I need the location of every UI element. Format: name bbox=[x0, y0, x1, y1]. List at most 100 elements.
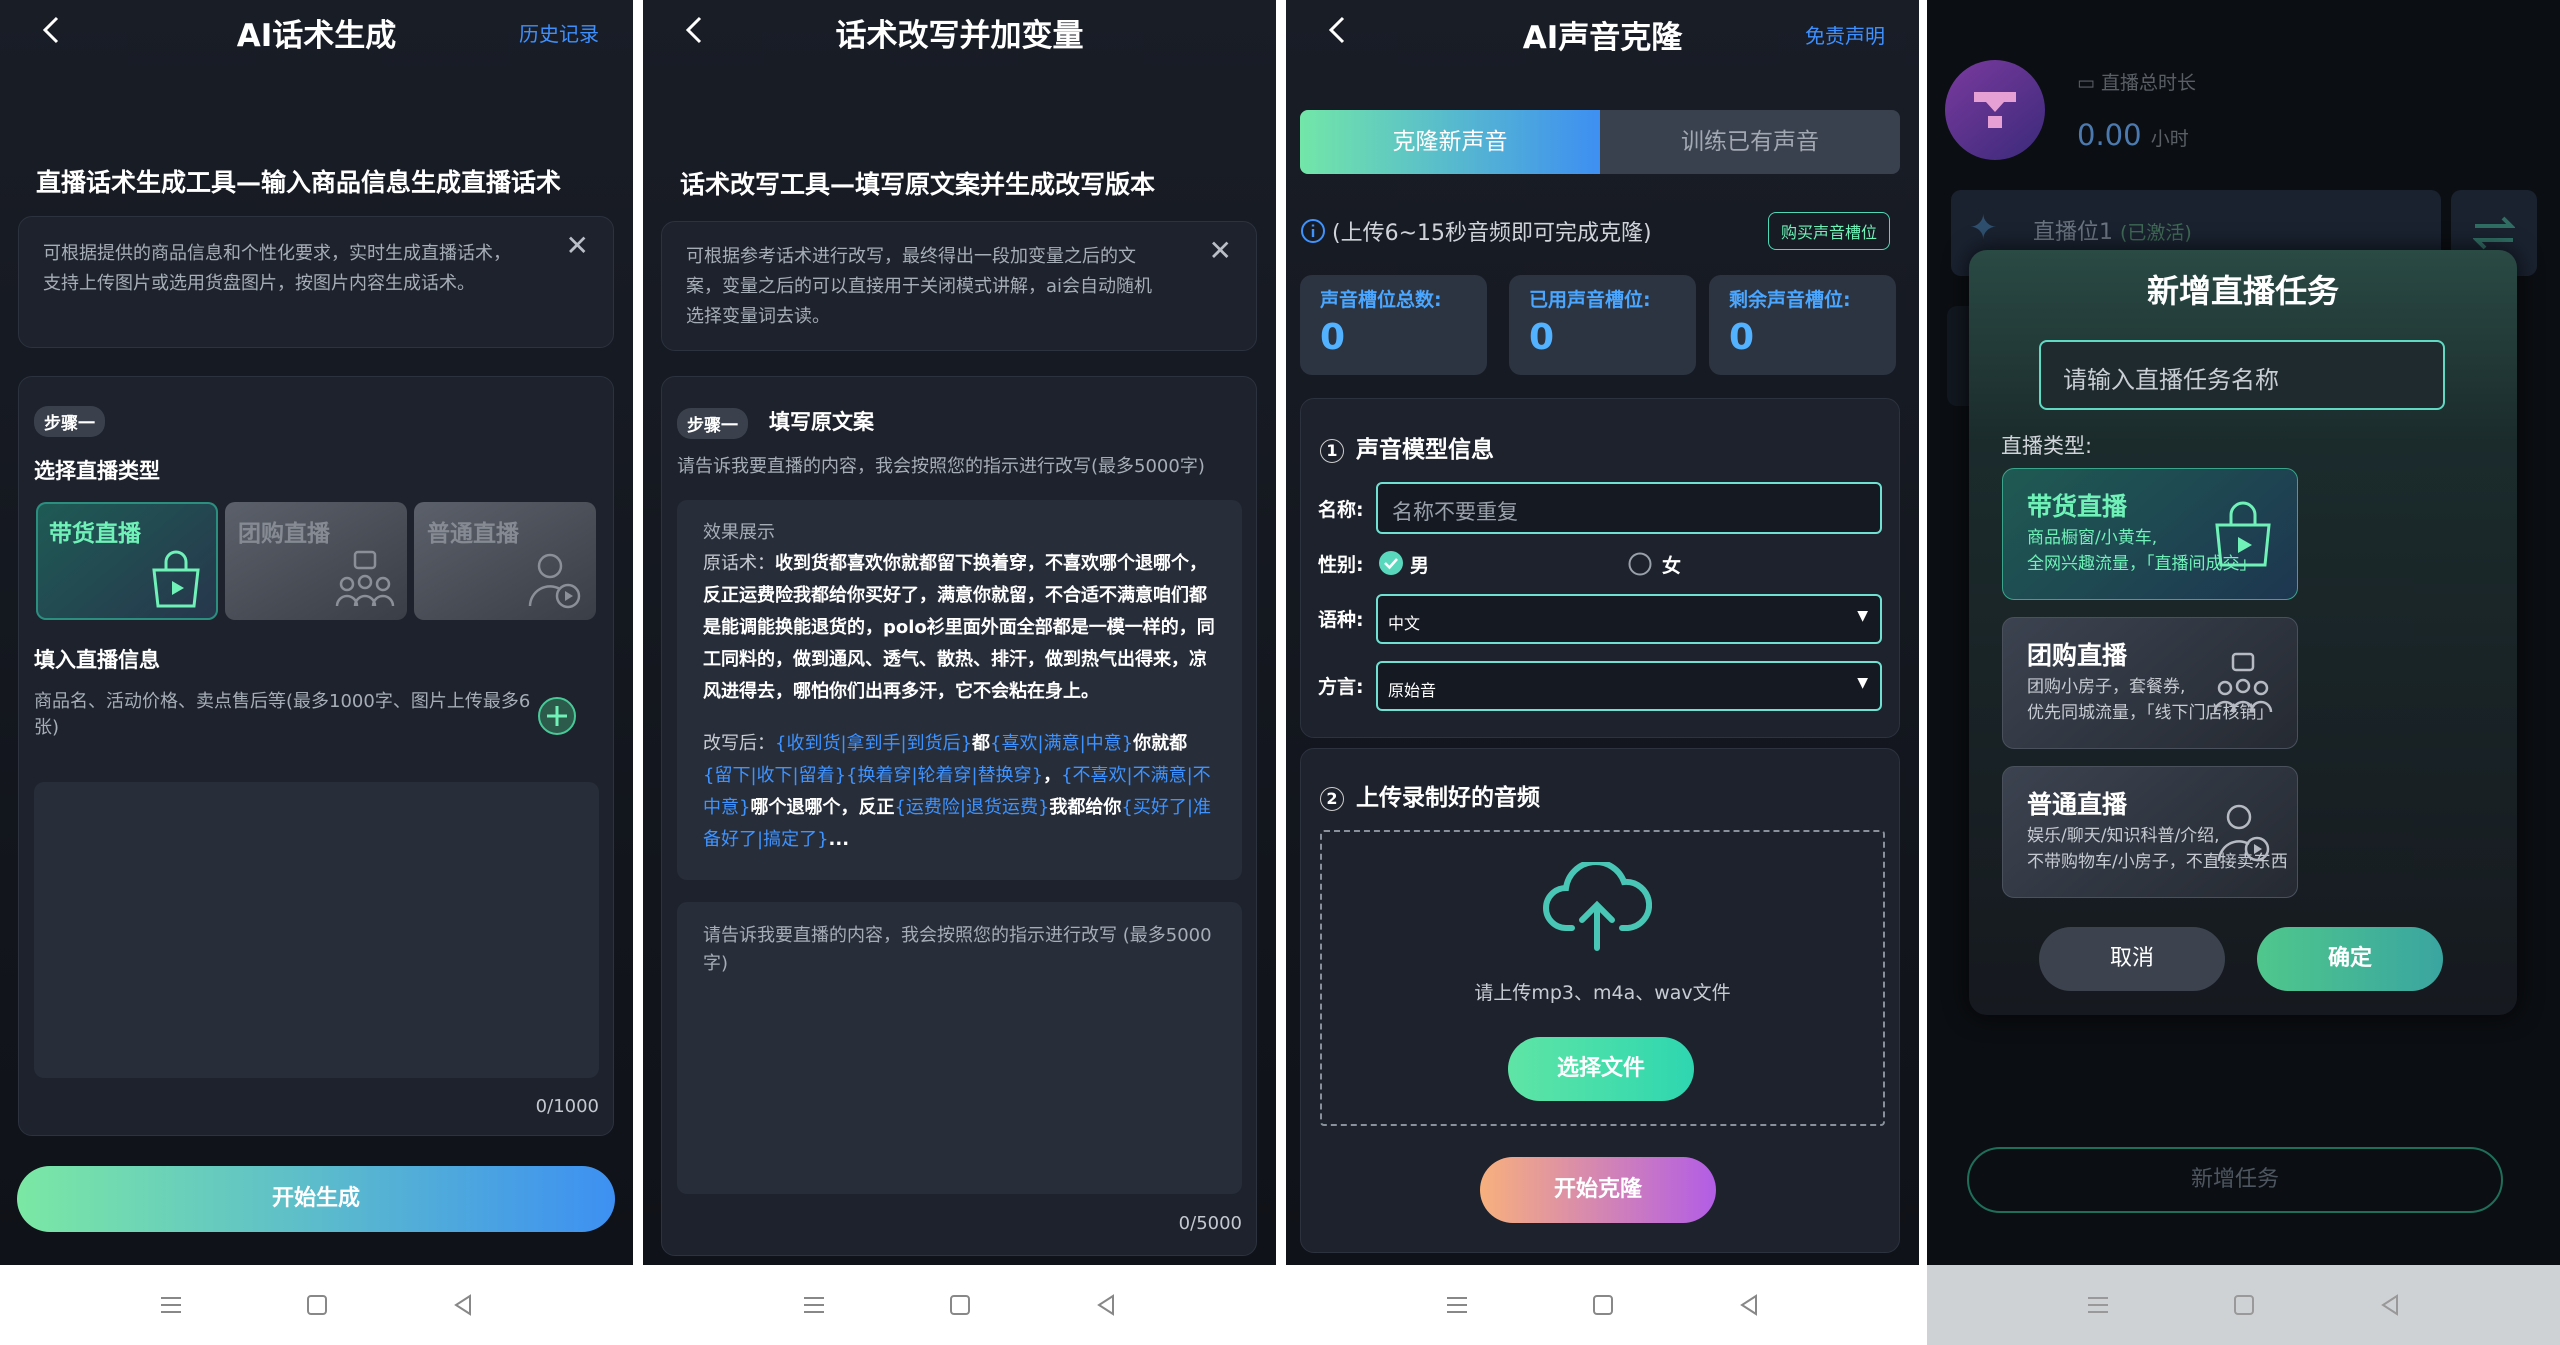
variable-token: {收到货|拿到手|到货后} bbox=[775, 733, 973, 754]
home-square-icon[interactable] bbox=[2231, 1292, 2257, 1318]
home-square-icon[interactable] bbox=[1590, 1292, 1616, 1318]
name-label: 名称: bbox=[1318, 499, 1364, 521]
type-tile-label: 团购直播 bbox=[238, 521, 330, 547]
close-icon[interactable]: ✕ bbox=[566, 229, 589, 262]
choose-file-button[interactable]: 选择文件 bbox=[1508, 1037, 1694, 1101]
tool-heading: 直播话术生成工具—输入商品信息生成直播话术 bbox=[36, 168, 562, 197]
option-group-live[interactable]: 团购直播 团购小房子，套餐券, 优先同城流量，「线下门店核销」 bbox=[2002, 617, 2298, 749]
type-tile-goods[interactable]: 带货直播 bbox=[36, 502, 218, 620]
char-counter: 0/5000 bbox=[1178, 1213, 1242, 1234]
slot-name: 直播位1 (已激活) bbox=[2033, 220, 2192, 245]
dropdown-arrow-icon: ▼ bbox=[1857, 608, 1868, 624]
example-box: 效果展示 原话术：收到货都喜欢你就都留下换着穿，不喜欢哪个退哪个，反正运费险我都… bbox=[677, 500, 1242, 880]
swap-arrows-icon bbox=[2473, 216, 2515, 250]
original-text: 原话术：收到货都喜欢你就都留下换着穿，不喜欢哪个退哪个，反正运费险我都给你买好了… bbox=[703, 553, 1215, 702]
buy-slot-button[interactable]: 购买声音槽位 bbox=[1768, 212, 1891, 250]
language-label: 语种: bbox=[1318, 609, 1364, 631]
step-title: 填写原文案 bbox=[769, 410, 874, 434]
system-nav-bar bbox=[1286, 1265, 1919, 1345]
info-icon bbox=[1301, 219, 1325, 243]
shopping-bag-icon bbox=[2215, 501, 2271, 567]
back-triangle-icon[interactable] bbox=[1093, 1292, 1119, 1318]
back-triangle-icon[interactable] bbox=[2377, 1292, 2403, 1318]
timer-icon: ▭ bbox=[2077, 72, 2101, 94]
type-tile-label: 带货直播 bbox=[49, 521, 141, 547]
home-square-icon[interactable] bbox=[304, 1292, 330, 1318]
upload-notice: (上传6~15秒音频即可完成克隆) bbox=[1332, 221, 1652, 246]
original-text-input[interactable]: 请告诉我要直播的内容，我会按照您的指示进行改写 (最多5000字) bbox=[677, 902, 1242, 1194]
dialect-select[interactable]: 原始音 ▼ bbox=[1376, 661, 1882, 711]
plain-token: 都 bbox=[972, 733, 991, 754]
cancel-button[interactable]: 取消 bbox=[2039, 927, 2225, 991]
option-normal-live[interactable]: 普通直播 娱乐/聊天/知识科普/介绍, 不带购物车/小房子，不直接卖东西 bbox=[2002, 766, 2298, 898]
section-model-info: 1 声音模型信息 bbox=[1320, 430, 1494, 464]
section-upload-audio: 2 上传录制好的音频 bbox=[1320, 778, 1540, 812]
type-tile-group[interactable]: 团购直播 bbox=[225, 502, 407, 620]
duration-label: ▭ 直播总时长 bbox=[2077, 72, 2197, 94]
menu-icon[interactable] bbox=[2085, 1292, 2111, 1318]
add-task-button[interactable]: 新增任务 bbox=[1967, 1147, 2503, 1213]
back-triangle-icon[interactable] bbox=[1736, 1292, 1762, 1318]
gender-male[interactable]: 男 bbox=[1410, 551, 1429, 578]
dialect-label: 方言: bbox=[1318, 676, 1364, 698]
menu-icon[interactable] bbox=[158, 1292, 184, 1318]
page-title: 话术改写并加变量 bbox=[835, 18, 1084, 54]
dropdown-arrow-icon: ▼ bbox=[1857, 675, 1868, 691]
stat-total-slots: 声音槽位总数: 0 bbox=[1300, 275, 1487, 375]
group-people-icon bbox=[2213, 652, 2273, 713]
menu-icon[interactable] bbox=[1444, 1292, 1470, 1318]
screen: AI声音克隆 免责声明 克隆新声音 训练已有声音 (上传6~15秒音频即可完成克… bbox=[1286, 0, 1919, 1265]
start-generate-button[interactable]: 开始生成 bbox=[17, 1166, 615, 1232]
plain-token: 你就都 bbox=[1133, 733, 1188, 754]
group-people-icon bbox=[335, 550, 395, 607]
screen: ▭ 直播总时长 0.00 小时 ✦ 直播位1 (已激活) 新增任务 新增直播任务… bbox=[1927, 0, 2560, 1265]
close-icon[interactable]: ✕ bbox=[1209, 234, 1232, 267]
system-nav-bar bbox=[0, 1265, 633, 1345]
gender-female[interactable]: 女 bbox=[1662, 551, 1681, 578]
tab-bar: 克隆新声音 训练已有声音 bbox=[1300, 110, 1900, 174]
tool-heading: 话术改写工具—填写原文案并生成改写版本 bbox=[680, 170, 1156, 199]
name-input[interactable]: 名称不要重复 bbox=[1376, 482, 1882, 534]
dialog-title: 新增直播任务 bbox=[2146, 272, 2339, 310]
plain-token: 我都给你 bbox=[1049, 797, 1122, 818]
avatar-logo-icon bbox=[1974, 92, 2016, 128]
tab-clone-new[interactable]: 克隆新声音 bbox=[1300, 110, 1600, 174]
description-text: 可根据提供的商品信息和个性化要求，实时生成直播话术，支持上传图片或选用货盘图片，… bbox=[43, 243, 511, 294]
variable-token: {喜欢|满意|中意} bbox=[990, 733, 1134, 754]
duration-value: 0.00 小时 bbox=[2077, 118, 2189, 152]
system-nav-bar bbox=[1927, 1265, 2560, 1345]
tab-train-existing[interactable]: 训练已有声音 bbox=[1600, 110, 1900, 174]
task-name-input[interactable]: 请输入直播任务名称 bbox=[2039, 340, 2445, 410]
stat-remaining-slots: 剩余声音槽位: 0 bbox=[1709, 275, 1896, 375]
radio-unchecked-icon[interactable] bbox=[1628, 552, 1652, 576]
menu-icon[interactable] bbox=[801, 1292, 827, 1318]
history-link[interactable]: 历史记录 bbox=[519, 18, 599, 47]
step-badge: 步骤一 bbox=[677, 408, 748, 439]
example-title: 效果展示 bbox=[703, 522, 775, 543]
description-card: 可根据提供的商品信息和个性化要求，实时生成直播话术，支持上传图片或选用货盘图片，… bbox=[18, 216, 614, 348]
type-tile-normal[interactable]: 普通直播 bbox=[414, 502, 596, 620]
start-clone-button[interactable]: 开始克隆 bbox=[1480, 1157, 1716, 1223]
screen: AI话术生成 历史记录 直播话术生成工具—输入商品信息生成直播话术 可根据提供的… bbox=[0, 0, 633, 1265]
back-triangle-icon[interactable] bbox=[450, 1292, 476, 1318]
home-square-icon[interactable] bbox=[947, 1292, 973, 1318]
step-hint: 请告诉我要直播的内容，我会按照您的指示进行改写(最多5000字) bbox=[677, 456, 1205, 477]
radio-checked-icon[interactable] bbox=[1378, 550, 1404, 576]
type-tile-label: 普通直播 bbox=[427, 521, 519, 547]
add-image-icon[interactable] bbox=[537, 696, 577, 736]
system-nav-bar bbox=[643, 1265, 1276, 1345]
plain-token: ... bbox=[828, 829, 850, 850]
confirm-button[interactable]: 确定 bbox=[2257, 927, 2443, 991]
description-card: 可根据参考话术进行改写，最终得出一段加变量之后的文案，变量之后的可以直接用于关闭… bbox=[661, 221, 1257, 351]
type-label: 直播类型: bbox=[2001, 434, 2093, 458]
choose-type-label: 选择直播类型 bbox=[34, 459, 160, 483]
disclaimer-link[interactable]: 免责声明 bbox=[1805, 20, 1885, 49]
sparkle-icon: ✦ bbox=[1969, 208, 1998, 248]
language-select[interactable]: 中文 ▼ bbox=[1376, 594, 1882, 644]
option-goods-live[interactable]: 带货直播 商品橱窗/小黄车, 全网兴趣流量，「直播间成交」 bbox=[2002, 468, 2298, 600]
plain-token: 哪个退哪个，反正 bbox=[750, 797, 895, 818]
variable-token: {运费险|退货运费} bbox=[894, 797, 1050, 818]
info-textarea[interactable] bbox=[34, 782, 599, 1078]
description-text: 可根据参考话术进行改写，最终得出一段加变量之后的文案，变量之后的可以直接用于关闭… bbox=[686, 246, 1153, 327]
char-counter: 0/1000 bbox=[535, 1096, 599, 1117]
